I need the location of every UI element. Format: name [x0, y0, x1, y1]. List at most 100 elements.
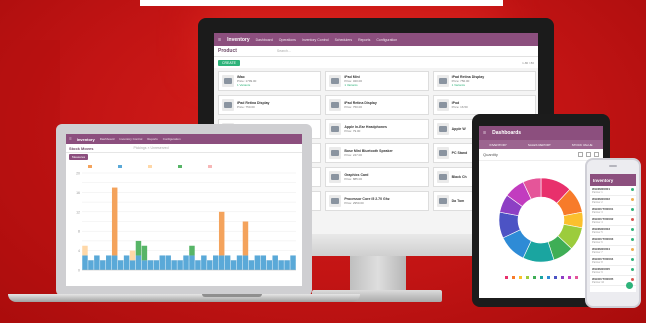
bar-segment[interactable] — [284, 260, 290, 270]
line-chart-icon[interactable] — [586, 152, 591, 157]
bar-segment[interactable] — [236, 255, 243, 270]
menu-configuration[interactable]: Configuration — [163, 137, 181, 141]
bar-segment[interactable] — [248, 260, 255, 270]
bar-segment[interactable] — [141, 260, 148, 270]
menu-icon[interactable]: ☰ — [483, 131, 486, 135]
bar-segment[interactable] — [94, 255, 100, 270]
bar-segment[interactable] — [242, 221, 249, 256]
bar-segment[interactable] — [207, 260, 213, 270]
tab-inventory[interactable]: INVENTORY — [489, 143, 506, 147]
bar-segment[interactable] — [189, 255, 195, 270]
app-title[interactable]: Inventory — [77, 137, 95, 142]
bar-segment[interactable] — [183, 255, 189, 270]
bar-segment[interactable] — [147, 260, 154, 270]
bar-segment[interactable] — [129, 260, 136, 270]
breadcrumb[interactable]: Product — [218, 48, 237, 54]
app-title[interactable]: Inventory — [593, 178, 613, 183]
menu-dashboard[interactable]: Dashboard — [100, 137, 115, 141]
product-card[interactable]: iPod Price: 16.50 — [432, 95, 536, 115]
list-item[interactable]: WH/IN/00005 Partner 9 — [590, 266, 636, 276]
bar-chart-icon[interactable] — [578, 152, 583, 157]
search-input[interactable]: Search... — [277, 49, 291, 53]
measure-select[interactable]: Quantity — [483, 152, 498, 157]
bar-segment[interactable] — [218, 211, 225, 256]
product-image — [436, 75, 449, 87]
list-item[interactable]: WH/OUT/00001 Partner 3 — [590, 206, 636, 216]
create-button[interactable]: CREATE — [218, 59, 240, 66]
menu-schedulers[interactable]: Schedulers — [335, 38, 353, 42]
list-item[interactable]: WH/IN/00004 Partner 7 — [590, 246, 636, 256]
list-item[interactable]: WH/IN/00002 Partner 2 — [590, 196, 636, 206]
search-input[interactable]: Pickings × Unreserved — [133, 146, 168, 150]
bar-segment[interactable] — [230, 260, 237, 270]
pie-chart-icon[interactable] — [594, 152, 599, 157]
bar-segment[interactable] — [218, 255, 225, 270]
list-item[interactable]: WH/OUT/00003 Partner 6 — [590, 236, 636, 246]
menu-operations[interactable]: Operations — [279, 38, 296, 42]
bar-segment[interactable] — [201, 255, 207, 270]
product-card[interactable]: Graphics Card Price: 885.00 — [325, 167, 429, 187]
product-image — [329, 99, 342, 111]
menu-icon[interactable]: ☰ — [69, 137, 72, 141]
bar-segment[interactable] — [254, 255, 261, 270]
bar-segment[interactable] — [260, 255, 267, 270]
product-card[interactable]: Bose Mini Bluetooth Speaker Price: 247.00 — [325, 143, 429, 163]
bar-segment[interactable] — [117, 260, 124, 270]
bar-segment[interactable] — [135, 255, 142, 270]
bar-segment[interactable] — [159, 255, 165, 270]
product-card[interactable]: iPad Mini Price: 320.00 1 Variants — [325, 71, 429, 91]
product-card[interactable]: Apple In-Ear Headphones Price: 79.00 — [325, 119, 429, 139]
bar-segment[interactable] — [290, 255, 296, 270]
bar-segment[interactable] — [242, 255, 249, 270]
app-title[interactable]: Dashboards — [492, 130, 521, 136]
menu-inventory-control[interactable]: Inventory Control — [302, 38, 329, 42]
transfer-partner: Partner 2 — [592, 201, 603, 204]
menu-reports[interactable]: Reports — [147, 137, 158, 141]
bar-segment[interactable] — [272, 255, 278, 270]
bar-segment[interactable] — [135, 240, 142, 256]
product-card[interactable]: iPad Retina Display Price: 750.00 1 Varian… — [432, 71, 536, 91]
list-item[interactable]: WH/IN/00001 Partner 1 — [590, 186, 636, 196]
measures-button[interactable]: Measures — [69, 154, 89, 160]
add-button[interactable] — [626, 282, 633, 289]
bar-segment[interactable] — [177, 260, 183, 270]
bar-segment[interactable] — [266, 260, 272, 270]
menu-inventory-control[interactable]: Inventory Control — [119, 137, 142, 141]
menu-reports[interactable]: Reports — [358, 38, 370, 42]
bar-segment[interactable] — [88, 260, 94, 270]
bar-segment[interactable] — [111, 255, 118, 270]
menu-icon[interactable]: ☰ — [218, 38, 221, 42]
product-card[interactable]: Processor Core i5 2.70 Ghz Price: 2950.00 — [325, 191, 429, 211]
bar-segment[interactable] — [141, 245, 148, 261]
bar-segment[interactable] — [171, 260, 177, 270]
legend-item — [532, 276, 536, 279]
product-card[interactable]: iPad Retina Display Price: 750.00 — [325, 95, 429, 115]
bar-segment[interactable] — [195, 260, 201, 270]
bar-segment[interactable] — [111, 187, 118, 256]
transfer-partner: Partner 1 — [592, 191, 603, 194]
bar-segment[interactable] — [213, 255, 219, 270]
bar-segment[interactable] — [189, 245, 195, 256]
tab-stock-value[interactable]: STOCK VALUE — [572, 143, 593, 147]
bar-segment[interactable] — [82, 255, 88, 270]
bar-segment[interactable] — [153, 260, 160, 270]
menu-configuration[interactable]: Configuration — [376, 38, 397, 42]
tab-sales-report[interactable]: SALES REPORT — [528, 143, 551, 147]
bar-segment[interactable] — [82, 245, 88, 256]
bar-segment[interactable] — [100, 260, 106, 270]
list-item[interactable]: WH/IN/00003 Partner 5 — [590, 226, 636, 236]
product-card[interactable]: iPad Retina Display Price: 750.00 — [218, 95, 322, 115]
list-item[interactable]: WH/OUT/00002 Partner 4 — [590, 216, 636, 226]
bar-segment[interactable] — [106, 255, 112, 270]
bar-segment[interactable] — [278, 260, 284, 270]
app-title[interactable]: Inventory — [227, 37, 250, 43]
menu-dashboard[interactable]: Dashboard — [256, 38, 273, 42]
list-item[interactable]: WH/OUT/00004 Partner 8 — [590, 256, 636, 266]
bar-segment[interactable] — [224, 255, 231, 270]
breadcrumb[interactable]: Stock Moves — [69, 146, 93, 151]
bar-segment[interactable] — [129, 250, 136, 261]
bar-segment[interactable] — [123, 255, 130, 270]
product-card[interactable]: iMac Price: 1799.00 1 Variants — [218, 71, 322, 91]
pager[interactable]: 1-80 / 80 — [522, 61, 534, 65]
bar-segment[interactable] — [165, 255, 171, 270]
